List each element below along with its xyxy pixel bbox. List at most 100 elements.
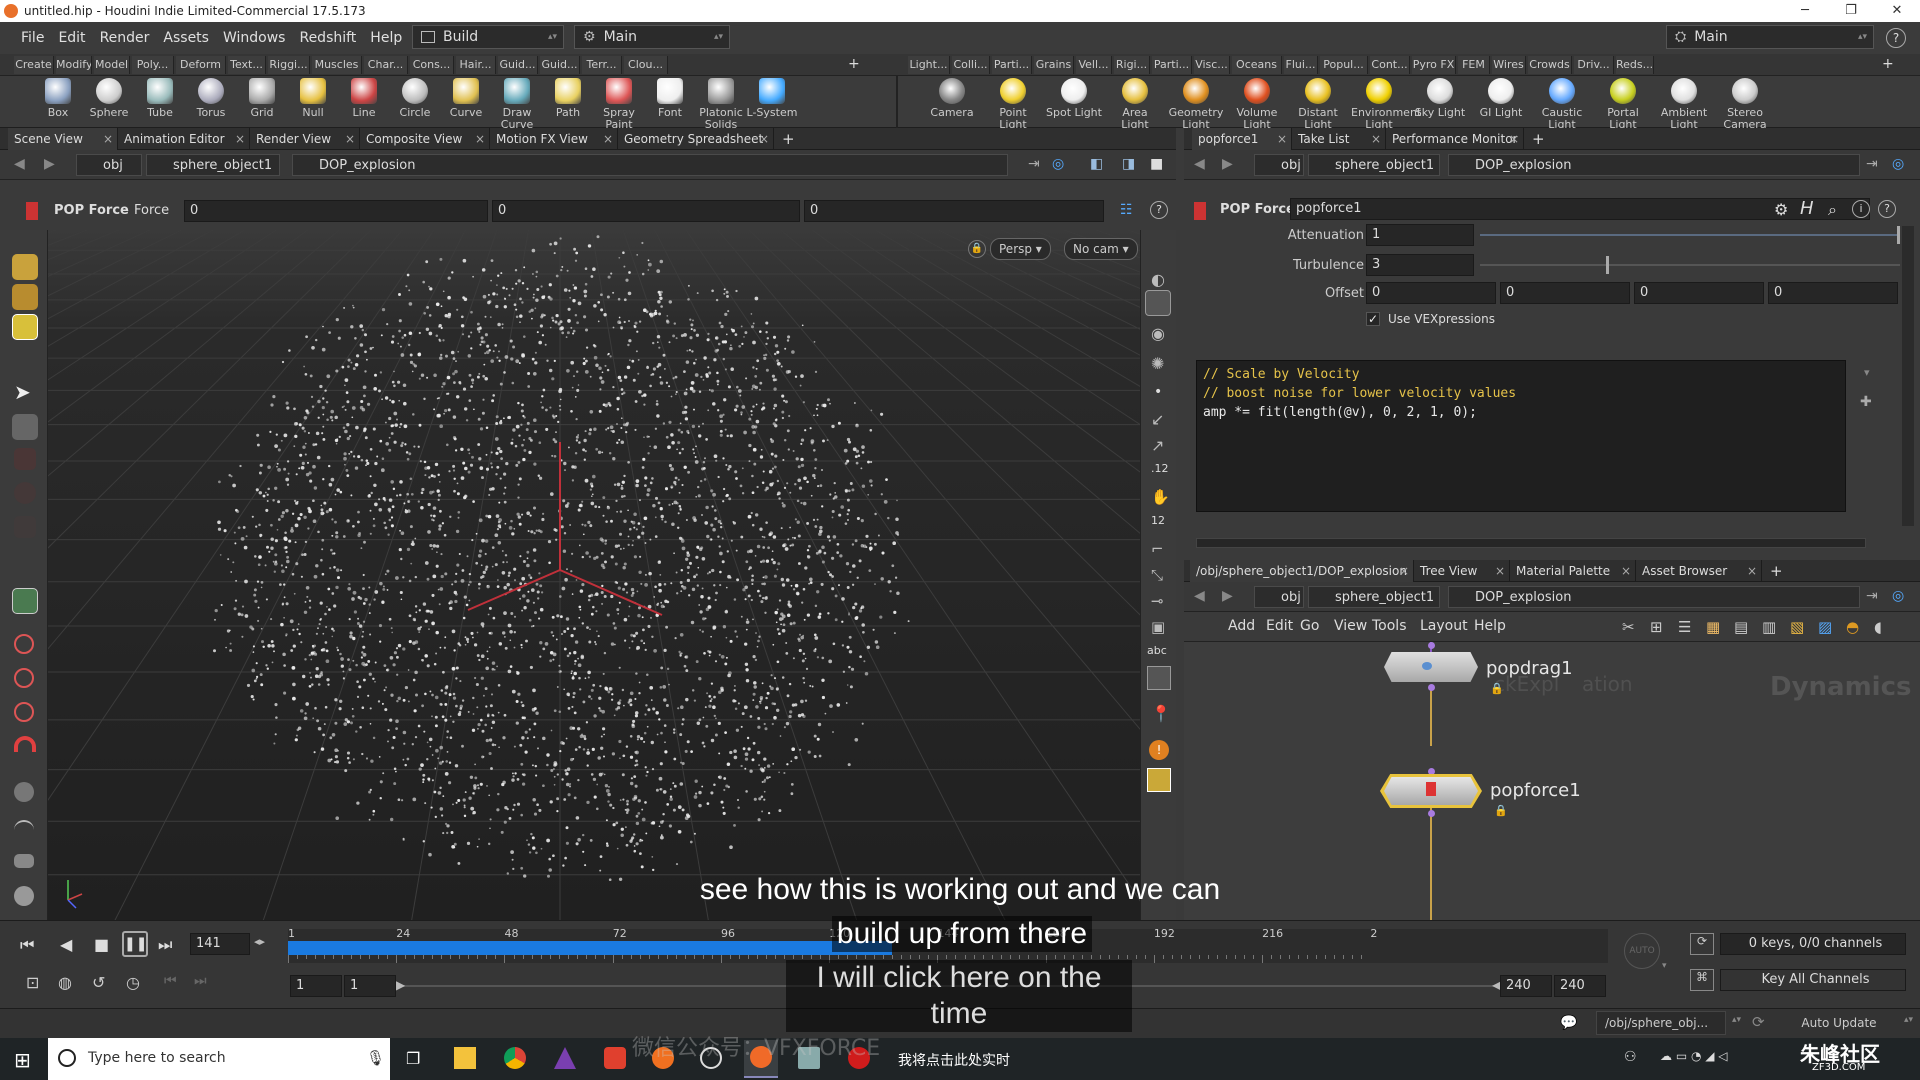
pane-tab[interactable]: Motion FX View × bbox=[490, 128, 618, 150]
path-object[interactable]: sphere_object1 bbox=[146, 154, 280, 176]
close-tab-icon[interactable]: × bbox=[1509, 128, 1519, 150]
desktop-select[interactable]: Build ▴▾ bbox=[412, 25, 564, 49]
shelf-tool-circle[interactable]: Circle bbox=[389, 78, 441, 119]
refresh-icon[interactable]: ⟳ bbox=[1752, 1013, 1765, 1031]
affinity-icon[interactable] bbox=[554, 1047, 576, 1069]
shelf-tool-gi-light[interactable]: GI Light bbox=[1473, 78, 1529, 119]
shelf-tool-point-light[interactable]: Point Light bbox=[985, 78, 1041, 131]
joint-icon[interactable]: ⊸ bbox=[1151, 592, 1164, 610]
shelf-tab[interactable]: Guid... bbox=[540, 56, 580, 74]
shelf-tool-stereo-camera[interactable]: Stereo Camera bbox=[1717, 78, 1773, 131]
turbulence-field[interactable]: 3 bbox=[1366, 254, 1474, 276]
force-y-field[interactable]: 0 bbox=[492, 200, 800, 222]
shelf-tab[interactable]: Deform bbox=[176, 56, 226, 74]
range-start-handle-icon[interactable]: ▶ bbox=[396, 978, 405, 992]
shelf-tab[interactable]: Text... bbox=[228, 56, 266, 74]
turbulence-slider-track[interactable] bbox=[1480, 264, 1900, 266]
loop-icon[interactable]: ↺ bbox=[92, 973, 105, 992]
lock-icon[interactable] bbox=[12, 414, 38, 440]
menu-file[interactable]: File bbox=[14, 22, 51, 54]
step-back-icon[interactable]: ◂▸ bbox=[254, 935, 265, 948]
move-tool-icon[interactable] bbox=[12, 284, 38, 310]
realtime-icon[interactable]: ◷ bbox=[126, 973, 140, 992]
pane-tab[interactable]: Composite View × bbox=[360, 128, 490, 150]
link-icon[interactable]: ◎ bbox=[1052, 156, 1064, 172]
menu-render[interactable]: Render bbox=[93, 22, 157, 54]
offset-w-field[interactable]: 0 bbox=[1768, 282, 1898, 304]
shelf-tool-distant-light[interactable]: Distant Light bbox=[1290, 78, 1346, 131]
close-button[interactable]: ✕ bbox=[1874, 0, 1920, 22]
layer-icon[interactable] bbox=[14, 854, 34, 868]
shelf-set-select[interactable]: ⚙ Main ▴▾ bbox=[574, 25, 730, 49]
start-frame-field[interactable]: 1 bbox=[290, 975, 342, 997]
vertex-icon[interactable] bbox=[14, 782, 34, 802]
close-tab-icon[interactable]: × bbox=[1371, 128, 1381, 150]
path-obj[interactable]: obj bbox=[1254, 586, 1304, 608]
close-tab-icon[interactable]: × bbox=[603, 128, 613, 150]
path-node[interactable]: DOP_explosion bbox=[292, 154, 1008, 176]
image-icon[interactable]: ▨ bbox=[1818, 618, 1832, 636]
rotate-icon[interactable] bbox=[14, 820, 34, 840]
add-shelf-tab-icon[interactable]: + bbox=[848, 56, 860, 72]
dropdown-icon[interactable]: ▾ bbox=[1662, 961, 1667, 971]
tools-icon[interactable]: ✂ bbox=[1622, 618, 1635, 636]
pin-icon[interactable]: ⇥ bbox=[1866, 588, 1878, 604]
close-tab-icon[interactable]: × bbox=[103, 128, 113, 150]
shelf-tab[interactable]: Crowds bbox=[1528, 56, 1572, 74]
shelf-tool-line[interactable]: Line bbox=[338, 78, 390, 119]
status-path-field[interactable]: /obj/sphere_obj... bbox=[1596, 1011, 1726, 1035]
background-icon[interactable]: ▣ bbox=[1151, 618, 1165, 636]
auto-update-menu[interactable]: Auto Update bbox=[1776, 1011, 1902, 1035]
shelf-tab[interactable]: Pyro FX bbox=[1412, 56, 1456, 74]
param-scrollbar-h[interactable] bbox=[1196, 538, 1866, 548]
attenuation-slider-track[interactable] bbox=[1480, 234, 1900, 236]
forward-arrow-icon[interactable]: ▶ bbox=[1222, 588, 1233, 604]
shelf-tool-area-light[interactable]: Area Light bbox=[1107, 78, 1163, 131]
add-tab-icon[interactable]: + bbox=[1532, 130, 1545, 148]
shelf-tab[interactable]: Grains bbox=[1034, 56, 1074, 74]
camera-view-icon[interactable] bbox=[1145, 290, 1171, 316]
close-tab-icon[interactable]: × bbox=[475, 128, 485, 150]
keys-channels-field[interactable]: 0 keys, 0/0 channels bbox=[1720, 933, 1906, 955]
shelf-tab[interactable]: Hair... bbox=[456, 56, 496, 74]
handle-tool-icon[interactable] bbox=[12, 314, 38, 340]
snap-icon[interactable] bbox=[14, 448, 36, 470]
scene-viewport[interactable]: 🔒 Persp ▾ No cam ▾ bbox=[48, 230, 1140, 920]
attenuation-slider-thumb[interactable] bbox=[1897, 226, 1900, 244]
pane-tab[interactable]: /obj/sphere_object1/DOP_explosion × bbox=[1190, 560, 1414, 582]
pane-tab[interactable]: Animation Editor × bbox=[118, 128, 250, 150]
add-tab-icon[interactable]: + bbox=[782, 130, 795, 148]
vex-code-editor[interactable]: // Scale by Velocity // boost noise for … bbox=[1196, 360, 1846, 512]
shelf-tab[interactable]: Guid... bbox=[498, 56, 538, 74]
network-menu-item[interactable]: Tools bbox=[1372, 618, 1407, 634]
tray-icons[interactable]: ☁ ▭ ◔ ◢ ◁ bbox=[1660, 1049, 1728, 1063]
step-prev-key-icon[interactable]: ⏮ bbox=[164, 973, 177, 989]
close-tab-icon[interactable]: × bbox=[345, 128, 355, 150]
output-connector[interactable] bbox=[1428, 810, 1435, 817]
auto-key-icon[interactable]: AUTO bbox=[1624, 933, 1660, 969]
shelf-tab[interactable]: Wires bbox=[1492, 56, 1526, 74]
shelf-tab[interactable]: Muscles bbox=[312, 56, 362, 74]
shelf-tab[interactable]: Poly... bbox=[132, 56, 174, 74]
vector-icon[interactable]: ↗ bbox=[1151, 436, 1164, 455]
close-tab-icon[interactable]: × bbox=[1399, 560, 1409, 582]
gear-icon[interactable]: ⚙ bbox=[1774, 200, 1788, 219]
spinner-icon[interactable]: ▴▾ bbox=[1732, 1015, 1741, 1025]
network-menu-item[interactable]: Edit bbox=[1266, 618, 1293, 634]
normal-icon[interactable]: ↙ bbox=[1151, 410, 1164, 429]
close-tab-icon[interactable]: × bbox=[1277, 128, 1287, 150]
channel-list-icon[interactable]: ☷ bbox=[1120, 202, 1133, 218]
tree-icon[interactable]: ⊞ bbox=[1650, 618, 1663, 636]
pin-icon[interactable]: ⇥ bbox=[1028, 156, 1040, 172]
spinner-icon[interactable]: ▴▾ bbox=[1904, 1015, 1913, 1025]
help-icon[interactable]: ? bbox=[1878, 200, 1896, 218]
add-tab-icon[interactable]: + bbox=[1770, 562, 1783, 580]
maximize-button[interactable]: ❐ bbox=[1828, 0, 1874, 22]
shelf-tool-path[interactable]: Path bbox=[542, 78, 594, 119]
shelf-tool-spot-light[interactable]: Spot Light bbox=[1046, 78, 1102, 119]
offset-y-field[interactable]: 0 bbox=[1500, 282, 1630, 304]
pane-tab[interactable]: popforce1 × bbox=[1192, 128, 1292, 150]
list-icon[interactable]: ☰ bbox=[1678, 618, 1691, 636]
ghost-icon[interactable]: ◐ bbox=[1151, 270, 1165, 289]
force-x-field[interactable]: 0 bbox=[184, 200, 488, 222]
